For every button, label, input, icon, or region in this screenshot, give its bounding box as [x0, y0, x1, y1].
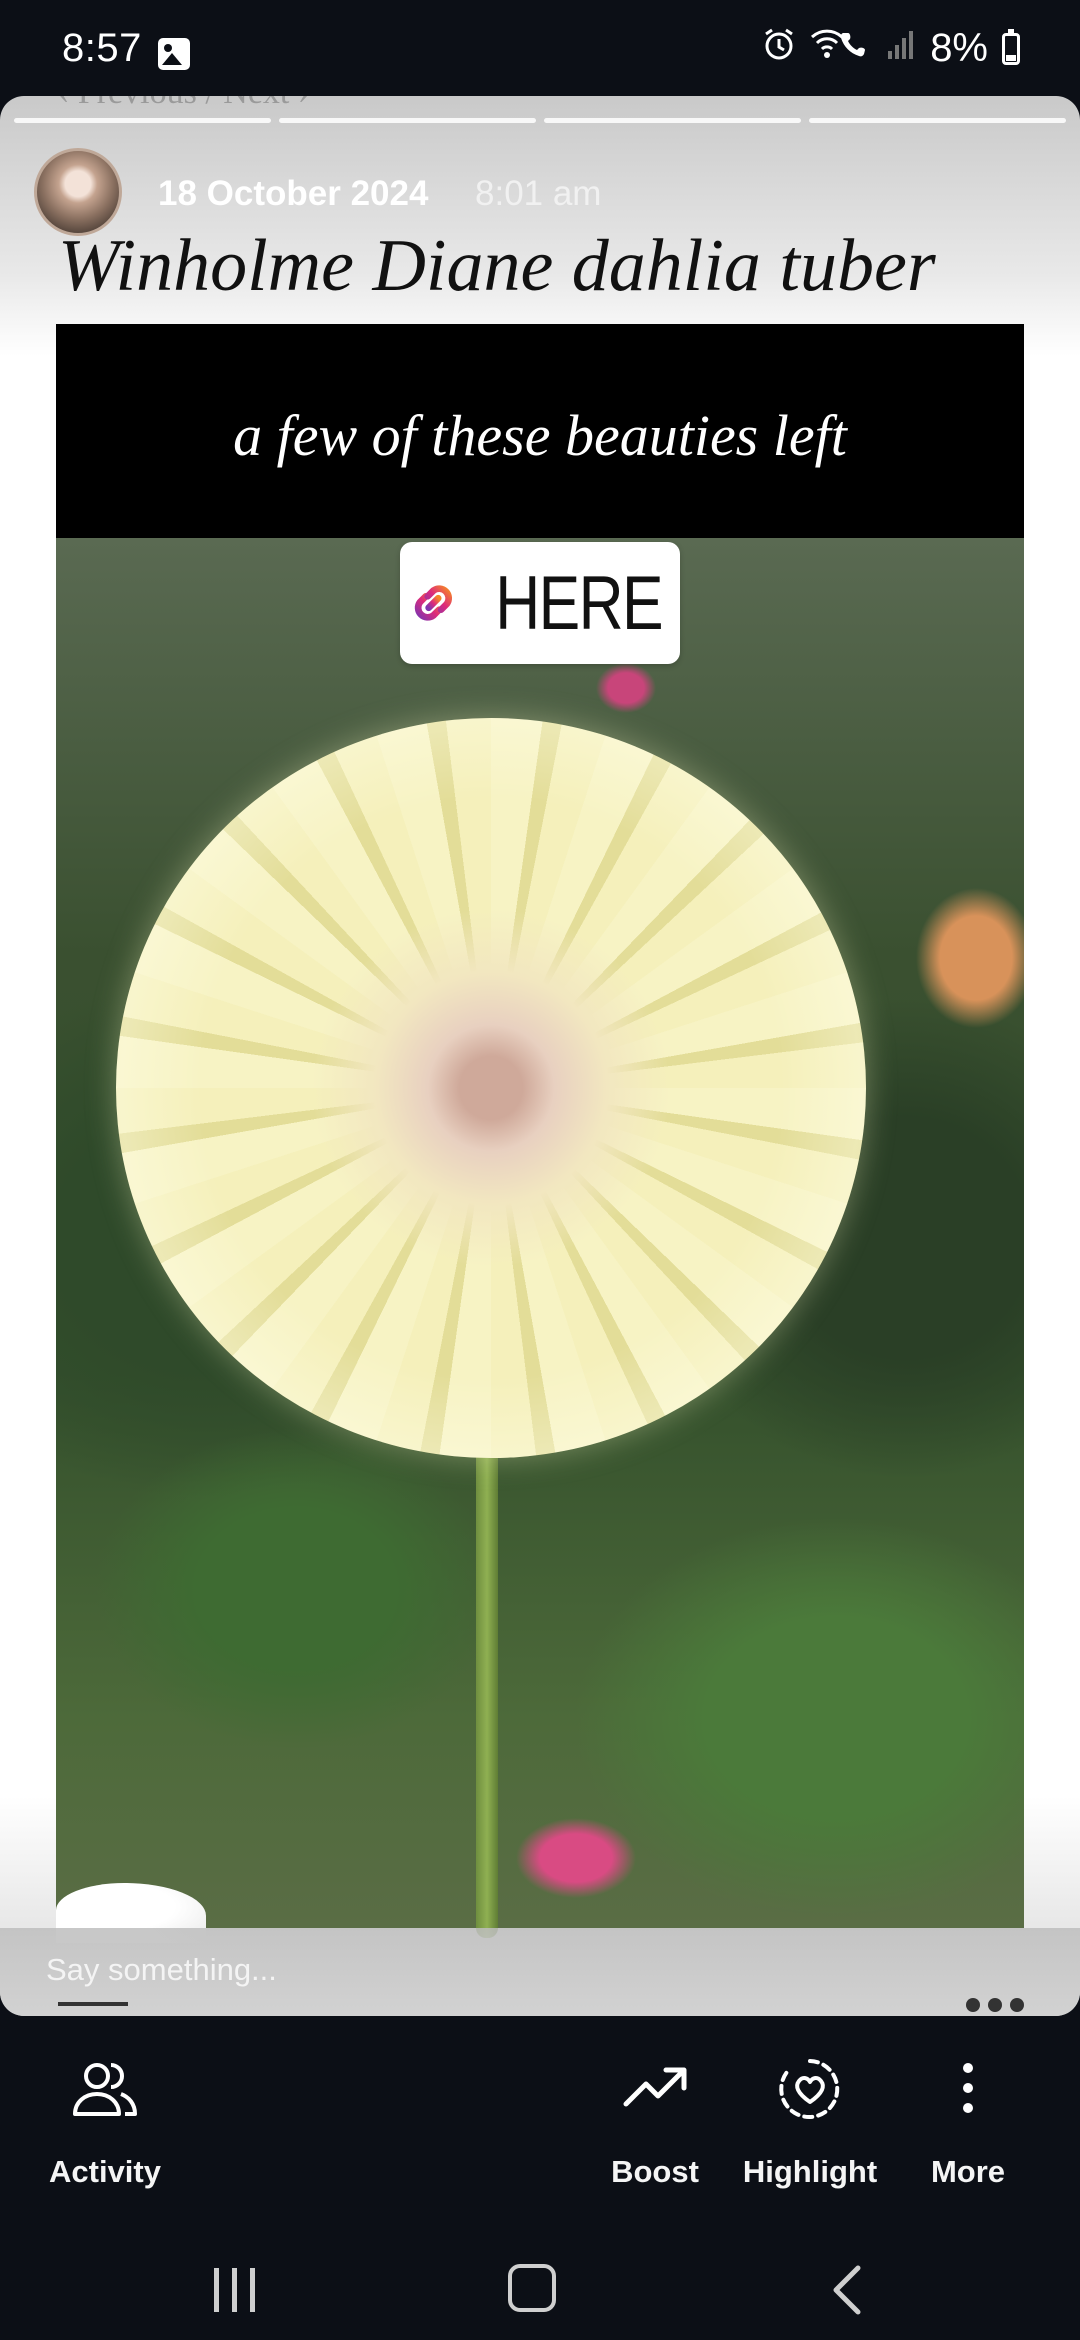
menu-icon[interactable] — [58, 2002, 128, 2016]
dahlia-flower — [116, 718, 866, 1458]
boost-label: Boost — [611, 2154, 699, 2189]
back-icon[interactable] — [820, 2260, 880, 2320]
story-nav-hint: ‹ Previous / Next › — [58, 96, 309, 112]
people-icon — [73, 2063, 137, 2116]
link-sticker[interactable]: HERE — [400, 542, 680, 664]
link-sticker-label: HERE — [495, 560, 663, 646]
highlight-button[interactable]: Highlight — [735, 2056, 885, 2190]
link-icon — [414, 585, 452, 621]
more-button[interactable]: More — [908, 2056, 1028, 2190]
dahlia-photo — [56, 538, 1024, 1943]
status-time: 8:57 — [62, 26, 142, 70]
story-date: 18 October 2024 — [158, 174, 429, 213]
comment-input[interactable]: Say something... — [46, 1952, 277, 1988]
story-actions: Activity Boost Highlight More — [0, 2016, 1080, 2236]
status-bar: 8:57 8% — [0, 0, 1080, 96]
home-icon[interactable] — [508, 2264, 556, 2312]
more-vertical-icon — [963, 2063, 973, 2113]
progress-segment — [279, 118, 536, 123]
progress-segment — [809, 118, 1066, 123]
battery-charging-icon — [1002, 28, 1020, 65]
battery-percentage: 8% — [930, 26, 988, 70]
system-navigation-bar — [0, 2236, 1080, 2340]
highlight-heart-icon — [779, 2059, 840, 2119]
status-icons: 8% — [762, 26, 1020, 71]
highlight-label: Highlight — [742, 2154, 878, 2189]
recents-icon[interactable] — [206, 2260, 266, 2320]
gallery-icon — [158, 38, 190, 70]
story-title: Winholme Diane dahlia tuber — [58, 225, 936, 307]
progress-segment — [544, 118, 801, 123]
alarm-icon — [762, 27, 796, 70]
more-label: More — [930, 2154, 1006, 2189]
activity-button[interactable]: Activity — [40, 2056, 170, 2190]
boost-button[interactable]: Boost — [600, 2056, 710, 2190]
story-time: 8:01 am — [475, 174, 602, 213]
progress-segment — [14, 118, 271, 123]
story-content: a few of these beauties left HERE — [56, 324, 1024, 2016]
story-caption: a few of these beauties left — [233, 403, 847, 468]
signal-icon — [886, 27, 916, 70]
story-progress — [14, 118, 1066, 123]
activity-label: Activity — [49, 2154, 161, 2189]
wifi-calling-icon — [810, 27, 872, 70]
comment-bar[interactable]: Say something... — [0, 1928, 1080, 2016]
story-viewer[interactable]: ‹ Previous / Next › 18 October 2024 8:01… — [0, 96, 1080, 2016]
trending-up-icon — [623, 2067, 687, 2107]
avatar[interactable] — [34, 148, 122, 236]
story-options-icon[interactable] — [966, 1998, 1024, 2012]
